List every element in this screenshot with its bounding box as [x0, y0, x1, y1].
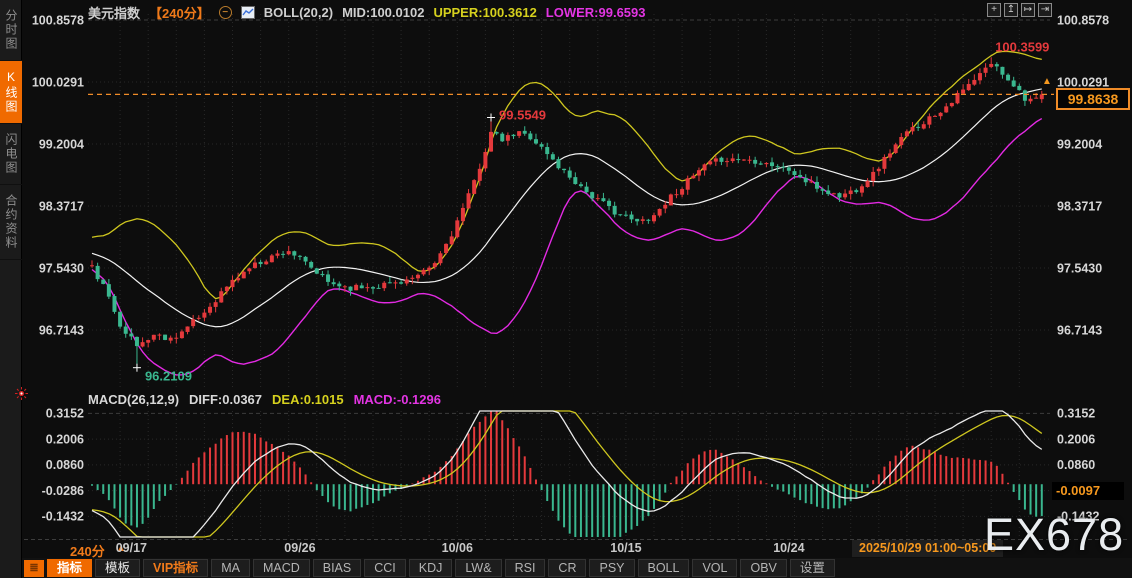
- y-axis-tick-label: 97.5430: [1057, 261, 1102, 275]
- toolbar-button-RSI[interactable]: RSI: [504, 559, 546, 577]
- y-axis-tick-label: 100.8578: [32, 13, 84, 27]
- ex678-watermark: EX678: [984, 509, 1125, 560]
- y-axis-tick-label: 100.8578: [1057, 13, 1109, 27]
- y-axis-tick-label: 99.2004: [1057, 137, 1102, 151]
- live-beacon-icon[interactable]: [15, 387, 28, 405]
- sidebar-tab-1[interactable]: K线图: [0, 61, 22, 124]
- toolbar-button-MACD[interactable]: MACD: [252, 559, 310, 577]
- macd-dea-value: DEA:0.1015: [272, 392, 344, 407]
- macd-params-label: MACD(26,12,9): [88, 392, 180, 407]
- y-axis-tick-label: 100.0291: [1057, 75, 1109, 89]
- toolbar-button-模板[interactable]: 模板: [95, 559, 141, 577]
- exit-right-icon[interactable]: ⇥: [1038, 3, 1052, 17]
- y-axis-tick-label: 99.2004: [39, 137, 84, 151]
- macd-last-value-box: -0.0097: [1052, 482, 1124, 500]
- chart-type-sidebar: 分时图 K线图 闪电图 合约资料: [0, 0, 22, 578]
- mini-chart-icon: [240, 5, 255, 19]
- toolbar-button-CR[interactable]: CR: [548, 559, 587, 577]
- indicator-toolbar: ≣ 指标 模板 VIP指标 MA MACD BIAS CCI KDJ LW& RSI CR PSY BO…: [22, 558, 1132, 578]
- y-axis-tick-label: -0.0286: [42, 484, 84, 498]
- y-axis-tick-label: 96.7143: [1057, 323, 1102, 337]
- last-price-box[interactable]: 99.8638: [1056, 88, 1130, 111]
- macd-diff-value: DIFF:0.0367: [189, 392, 263, 407]
- x-axis-tick-10/06: 10/06: [441, 541, 473, 555]
- high-price-marker: 100.3599: [995, 39, 1049, 54]
- toolbar-button-PSY[interactable]: PSY: [589, 559, 635, 577]
- swing-high-price-marker: 99.5549: [499, 107, 546, 122]
- y-axis-tick-label: 100.0291: [32, 75, 84, 89]
- toolbar-button-VOL[interactable]: VOL: [692, 559, 738, 577]
- collapse-indicator-icon[interactable]: −: [218, 5, 232, 19]
- macd-panel: [91, 410, 1043, 538]
- toolbar-button-KDJ[interactable]: KDJ: [408, 559, 453, 577]
- chart-header: 美元指数 【240分】 − BOLL(20,2) MID:100.0102 UP…: [88, 3, 646, 22]
- y-axis-tick-label: -0.1432: [42, 510, 84, 524]
- y-axis-tick-label: 0.2006: [1057, 432, 1095, 446]
- chart-app-window: 100.8578 100.8578 100.0291 100.0291 99.2004 9…: [0, 0, 1132, 578]
- crosshair-icon[interactable]: +: [987, 3, 1001, 17]
- low-price-marker: 96.2109: [145, 369, 192, 384]
- y-axis-tick-label: 96.7143: [39, 323, 84, 337]
- axis-up-icon[interactable]: ↥: [1004, 3, 1018, 17]
- y-axis-tick-label: 97.5430: [39, 261, 84, 275]
- boll-lower-value: LOWER:99.6593: [545, 4, 646, 20]
- toolbar-button-MA[interactable]: MA: [211, 559, 250, 577]
- indicator-menu-icon[interactable]: ≣: [24, 559, 44, 577]
- sidebar-tab-3[interactable]: 合约资料: [0, 185, 22, 260]
- symbol-name: 美元指数: [88, 5, 141, 21]
- chart-tool-icon-strip: + ↥ ↦ ⇥: [987, 3, 1052, 17]
- boll-mid-value: MID:100.0102: [342, 4, 425, 20]
- y-axis-tick-label: 0.2006: [46, 432, 84, 446]
- y-axis-tick-label: 0.3152: [46, 407, 84, 421]
- toolbar-button-BIAS[interactable]: BIAS: [312, 559, 362, 577]
- x-axis-tick-10/15: 10/15: [610, 541, 642, 555]
- sidebar-tab-0[interactable]: 分时图: [0, 0, 22, 61]
- period-tag[interactable]: 【240分】: [149, 3, 210, 22]
- toolbar-button-CCI[interactable]: CCI: [364, 559, 406, 577]
- x-axis-tick-10/24: 10/24: [773, 541, 805, 555]
- last-price-arrow-icon: ▲: [1042, 76, 1052, 88]
- boll-upper-value: UPPER:100.3612: [433, 4, 537, 20]
- y-axis-tick-label: 0.3152: [1057, 407, 1095, 421]
- current-bar-range-label: 2025/10/29 01:00~05:00: [852, 540, 1004, 557]
- x-axis-tick-09/17: 09/17: [115, 541, 147, 555]
- macd-header: MACD(26,12,9) DIFF:0.0367 DEA:0.1015 MAC…: [88, 392, 441, 407]
- toolbar-button-VIP指标[interactable]: VIP指标: [143, 559, 209, 577]
- macd-value: MACD:-0.1296: [353, 392, 441, 407]
- x-axis-tick-09/26: 09/26: [284, 541, 316, 555]
- sidebar-tab-2[interactable]: 闪电图: [0, 124, 22, 185]
- boll-params-label: BOLL(20,2): [263, 4, 334, 20]
- y-axis-tick-label: 0.0860: [46, 458, 84, 472]
- y-axis-tick-label: 0.0860: [1057, 458, 1095, 472]
- y-axis-tick-label: 98.3717: [39, 199, 84, 213]
- toolbar-button-LW&[interactable]: LW&: [455, 559, 502, 577]
- toolbar-button-BOLL[interactable]: BOLL: [637, 559, 690, 577]
- toolbar-button-OBV[interactable]: OBV: [740, 559, 787, 577]
- y-axis-tick-label: 98.3717: [1057, 199, 1102, 213]
- axis-right-icon[interactable]: ↦: [1021, 3, 1035, 17]
- candlestick-chart-canvas[interactable]: 100.8578 100.8578 100.0291 100.0291 99.2004 9…: [0, 0, 1132, 578]
- price-panel: [90, 50, 1044, 376]
- toolbar-button-指标[interactable]: 指标: [47, 559, 93, 577]
- toolbar-button-设置[interactable]: 设置: [789, 559, 835, 577]
